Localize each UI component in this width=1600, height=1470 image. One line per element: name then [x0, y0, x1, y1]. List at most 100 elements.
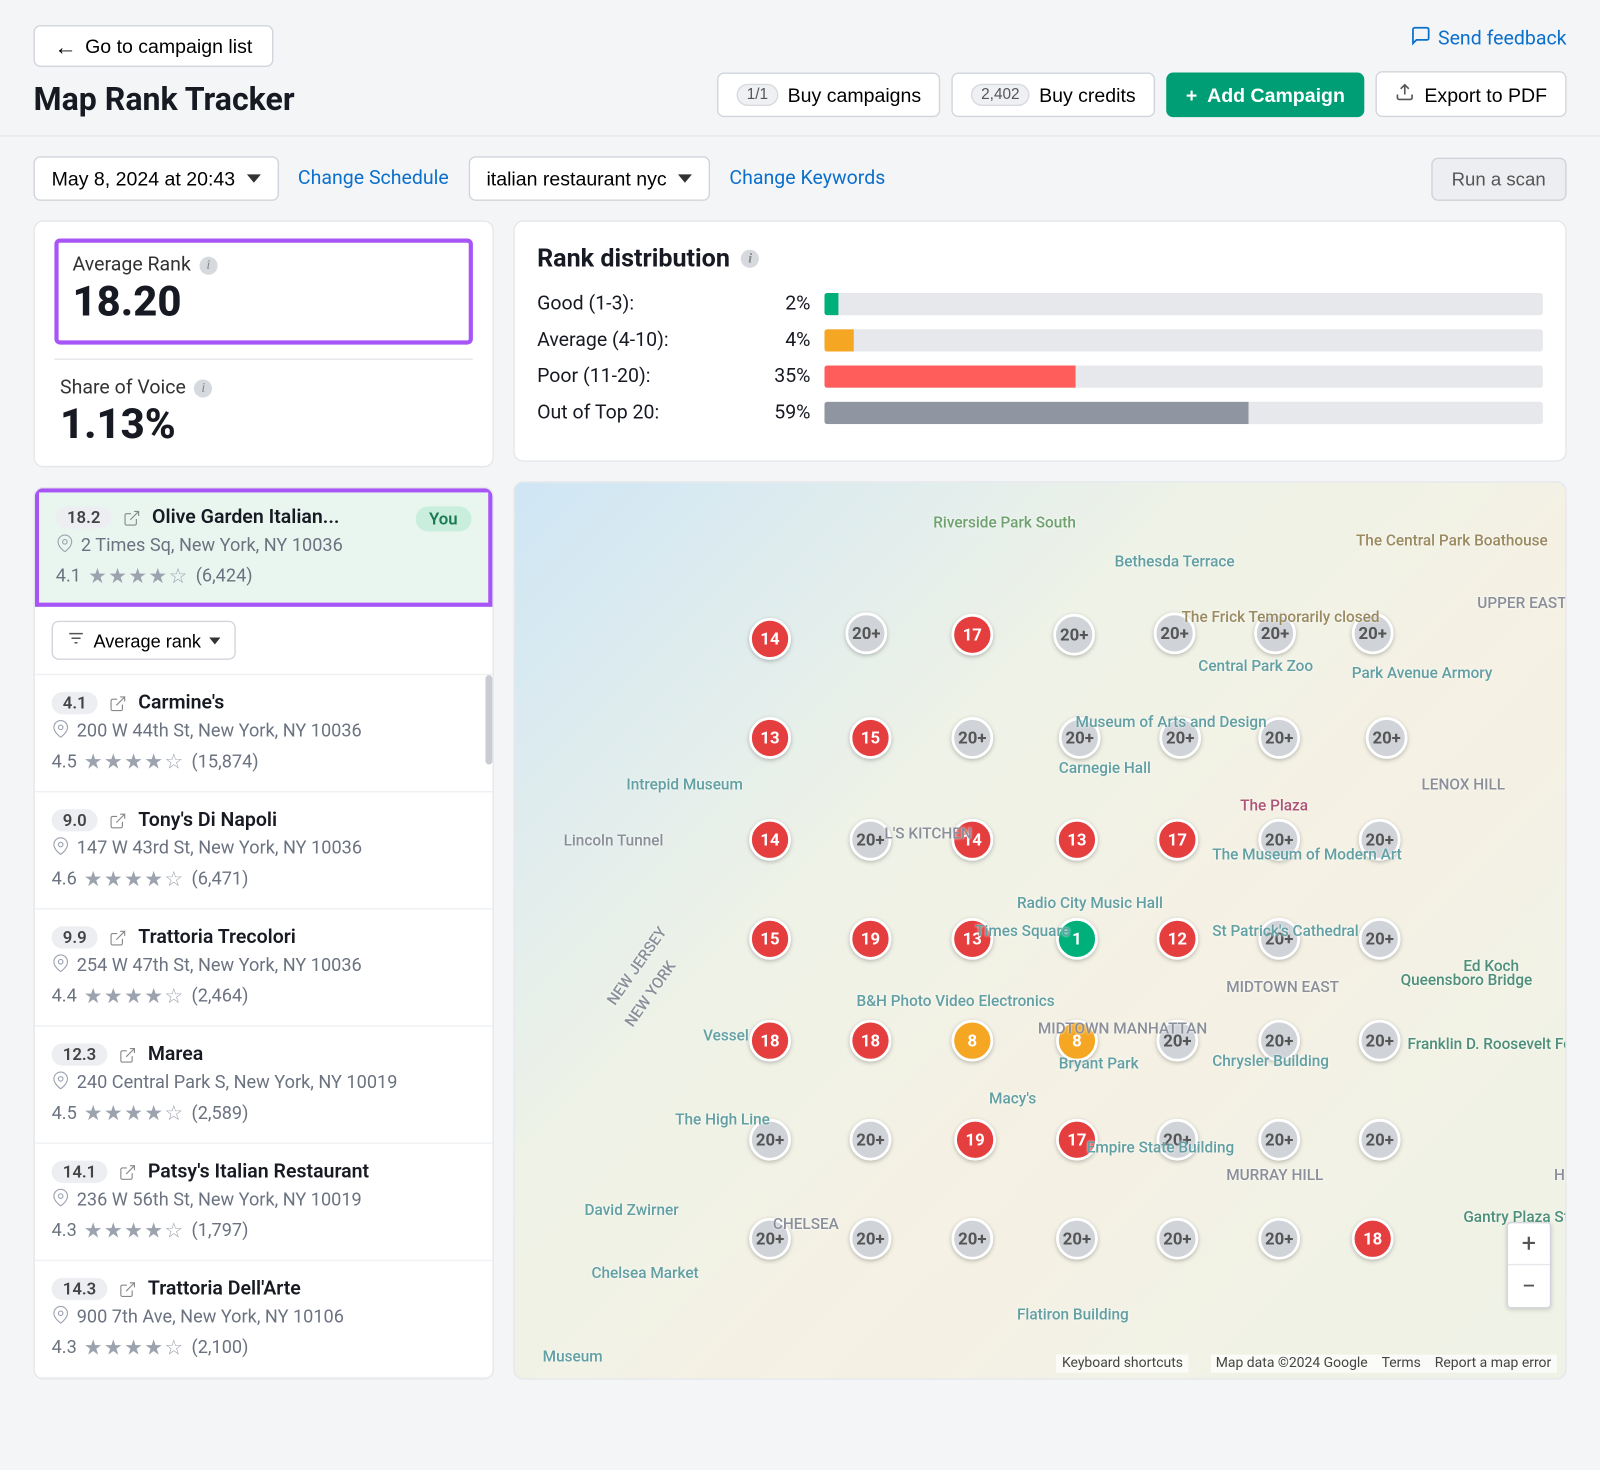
competitor-reviews: (1,797) [192, 1220, 249, 1241]
location-icon [52, 1071, 70, 1095]
external-link-icon[interactable] [123, 508, 141, 526]
map-terms-link[interactable]: Terms [1382, 1356, 1421, 1371]
star-icons: ★★★★☆ [84, 1335, 185, 1360]
avg-rank-label: Average Rank [73, 254, 191, 276]
add-campaign-button[interactable]: Add Campaign [1166, 72, 1364, 117]
map-rank-pin[interactable]: 13 [1056, 819, 1098, 861]
export-pdf-button[interactable]: Export to PDF [1376, 71, 1567, 117]
external-link-icon[interactable] [119, 1046, 137, 1064]
map-rank-pin[interactable]: 18 [850, 1020, 892, 1062]
rank-pill: 12.3 [52, 1043, 108, 1065]
competitor-item[interactable]: 12.3 Marea 240 Central Park S, New York,… [35, 1027, 493, 1144]
location-icon [56, 534, 74, 558]
buy-credits-label: Buy credits [1039, 83, 1136, 105]
competitor-reviews: (2,589) [192, 1103, 249, 1124]
map-rank-pin[interactable]: 15 [850, 717, 892, 759]
map-rank-pin[interactable]: 14 [749, 618, 791, 660]
info-icon[interactable]: i [194, 379, 212, 397]
your-business-item[interactable]: 18.2 Olive Garden Italian... You 2 Times… [35, 488, 493, 607]
map-rank-pin[interactable]: 19 [850, 918, 892, 960]
map-rank-pin[interactable]: 12 [1156, 918, 1198, 960]
map-poi-label: Times Square [975, 922, 1070, 940]
map-rank-pin[interactable]: 17 [1156, 819, 1198, 861]
info-icon[interactable]: i [199, 256, 217, 274]
buy-credits-count: 2,402 [971, 83, 1029, 105]
map-report-link[interactable]: Report a map error [1435, 1356, 1551, 1371]
map-rank-pin[interactable]: 20+ [850, 1218, 892, 1260]
map-poi-label: Ed Koch [1463, 957, 1519, 975]
date-value: May 8, 2024 at 20:43 [52, 167, 236, 189]
sov-value: 1.13% [60, 400, 467, 449]
change-keywords-link[interactable]: Change Keywords [729, 167, 885, 189]
external-link-icon[interactable] [109, 811, 127, 829]
keyword-select[interactable]: italian restaurant nyc [468, 156, 710, 201]
map-poi-label: MIDTOWN EAST [1226, 978, 1339, 996]
external-link-icon[interactable] [109, 928, 127, 946]
map-rank-pin[interactable]: 20+ [1258, 1218, 1300, 1260]
map-rank-pin[interactable]: 13 [749, 717, 791, 759]
map-poi-label: CHELSEA [773, 1215, 839, 1233]
star-icons: ★★★★☆ [84, 749, 185, 774]
zoom-out-button[interactable]: − [1508, 1265, 1550, 1307]
map-rank-pin[interactable]: 20+ [1359, 1119, 1401, 1161]
map-rank-pin[interactable]: 20+ [1056, 1218, 1098, 1260]
map-rank-pin[interactable]: 20+ [1366, 717, 1408, 759]
competitor-rating: 4.3 [52, 1337, 77, 1358]
scrollbar[interactable] [485, 675, 492, 764]
star-icons: ★★★★☆ [84, 1101, 185, 1126]
map-rank-pin[interactable]: 19 [954, 1119, 996, 1161]
competitor-item[interactable]: 9.9 Trattoria Trecolori 254 W 47th St, N… [35, 910, 493, 1027]
buy-credits-button[interactable]: 2,402 Buy credits [952, 72, 1155, 117]
map-rank-pin[interactable]: 8 [951, 1020, 993, 1062]
competitor-rating: 4.6 [52, 868, 77, 889]
dist-row: Poor (11-20): 35% [537, 365, 1543, 387]
export-label: Export to PDF [1424, 83, 1547, 105]
star-icons: ★★★★☆ [88, 564, 189, 589]
competitor-item[interactable]: 4.1 Carmine's 200 W 44th St, New York, N… [35, 675, 493, 792]
map-rank-pin[interactable]: 18 [1352, 1218, 1394, 1260]
map-rank-pin[interactable]: 20+ [1359, 918, 1401, 960]
map[interactable]: + − Keyboard shortcuts Map data ©2024 Go… [513, 481, 1566, 1379]
back-to-campaigns-button[interactable]: Go to campaign list [33, 25, 273, 67]
map-rank-pin[interactable]: 18 [749, 1020, 791, 1062]
map-poi-label: B&H Photo Video Electronics [857, 992, 1055, 1010]
dist-bar [824, 402, 1542, 424]
map-poi-label: Intrepid Museum [626, 776, 742, 794]
map-rank-pin[interactable]: 20+ [1359, 1020, 1401, 1062]
dist-pct: 4% [746, 329, 810, 351]
avg-rank-value: 18.20 [73, 278, 455, 327]
map-keyboard-shortcuts[interactable]: Keyboard shortcuts [1056, 1355, 1188, 1373]
map-rank-pin[interactable]: 20+ [1156, 1218, 1198, 1260]
info-icon[interactable]: i [741, 250, 759, 268]
rank-distribution-card: Rank distribution i Good (1-3): 2% Avera… [513, 220, 1566, 461]
change-schedule-link[interactable]: Change Schedule [298, 167, 449, 189]
map-poi-label: Franklin D. Roosevelt Four Freedoms Stat… [1408, 1035, 1567, 1053]
map-rank-pin[interactable]: 20+ [951, 717, 993, 759]
competitor-item[interactable]: 14.3 Trattoria Dell'Arte 900 7th Ave, Ne… [35, 1261, 493, 1378]
buy-campaigns-button[interactable]: 1/1 Buy campaigns [717, 72, 940, 117]
buy-campaigns-label: Buy campaigns [788, 83, 922, 105]
back-label: Go to campaign list [85, 35, 252, 57]
map-rank-pin[interactable]: 20+ [1053, 614, 1095, 656]
run-scan-button[interactable]: Run a scan [1431, 157, 1567, 200]
map-rank-pin[interactable]: 20+ [951, 1218, 993, 1260]
zoom-in-button[interactable]: + [1508, 1223, 1550, 1265]
competitor-name: Patsy's Italian Restaurant [148, 1161, 369, 1183]
map-rank-pin[interactable]: 20+ [1258, 1119, 1300, 1161]
map-poi-label: Empire State Building [1087, 1138, 1235, 1156]
competitor-address: 900 7th Ave, New York, NY 10106 [77, 1307, 344, 1328]
external-link-icon[interactable] [119, 1163, 137, 1181]
sort-select[interactable]: Average rank [52, 621, 236, 660]
external-link-icon[interactable] [119, 1280, 137, 1298]
map-poi-label: Chrysler Building [1212, 1052, 1329, 1070]
map-rank-pin[interactable]: 20+ [845, 612, 887, 654]
external-link-icon[interactable] [109, 694, 127, 712]
send-feedback-link[interactable]: Send feedback [1410, 25, 1567, 52]
map-rank-pin[interactable]: 15 [749, 918, 791, 960]
competitor-item[interactable]: 9.0 Tony's Di Napoli 147 W 43rd St, New … [35, 792, 493, 909]
map-rank-pin[interactable]: 17 [951, 614, 993, 656]
competitor-item[interactable]: 14.1 Patsy's Italian Restaurant 236 W 56… [35, 1144, 493, 1261]
map-rank-pin[interactable]: 14 [749, 819, 791, 861]
date-select[interactable]: May 8, 2024 at 20:43 [33, 156, 278, 201]
map-rank-pin[interactable]: 20+ [850, 1119, 892, 1161]
